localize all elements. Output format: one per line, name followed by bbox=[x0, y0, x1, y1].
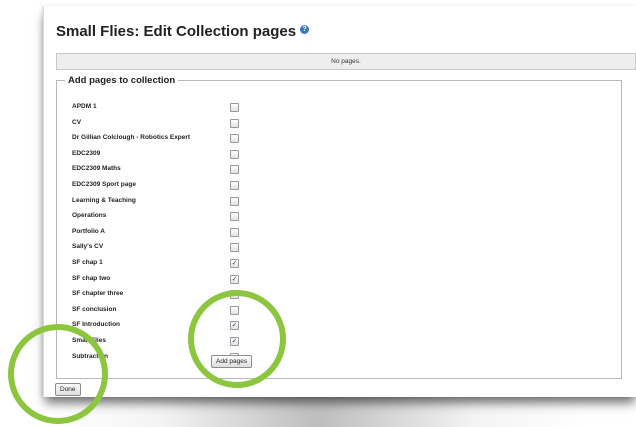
page-label: EDC2309 Sport page bbox=[72, 181, 136, 188]
page-row: CV bbox=[57, 117, 621, 133]
page-row: Portfolio A bbox=[57, 226, 621, 242]
page-label: SF conclusion bbox=[72, 305, 117, 313]
page-label: Sally's CV bbox=[72, 243, 104, 251]
page-row: SF conclusion bbox=[57, 304, 621, 320]
add-pages-fieldset: Add pages to collection APDM 1 CV Dr Gilli… bbox=[56, 75, 622, 379]
page-checkbox[interactable] bbox=[230, 243, 239, 253]
fieldset-legend: Add pages to collection bbox=[68, 75, 176, 86]
page-checkbox[interactable] bbox=[230, 212, 239, 222]
page-label: APDM 1 bbox=[72, 103, 97, 110]
page-checkbox[interactable] bbox=[230, 149, 239, 159]
page-label: EDC2309 bbox=[72, 149, 101, 157]
page-checkbox[interactable]: ✓ bbox=[230, 290, 239, 300]
done-button[interactable]: Done bbox=[55, 383, 81, 396]
page-checkbox[interactable]: ✓ bbox=[230, 274, 239, 284]
page-label: Operations bbox=[72, 212, 107, 220]
page-label: Learning & Teaching bbox=[72, 196, 136, 204]
page-checkbox[interactable] bbox=[230, 181, 239, 190]
edit-collection-panel: Small Flies: Edit Collection pages? No p… bbox=[43, 6, 636, 397]
page-label: SF chap 1 bbox=[72, 259, 103, 266]
page-row: EDC2309 Sport page bbox=[57, 179, 621, 195]
page-row: Sally's CV bbox=[57, 241, 621, 257]
page-label: CV bbox=[72, 118, 82, 126]
page-label: SF Introduction bbox=[72, 321, 121, 329]
page-checkbox[interactable] bbox=[230, 134, 239, 144]
page-row: SF Introduction ✓ bbox=[57, 319, 621, 335]
page-label: Subtraction bbox=[72, 352, 109, 360]
page-checkbox[interactable] bbox=[230, 103, 239, 112]
page-label: Dr Gillian Colclough - Robotics Expert bbox=[72, 134, 191, 142]
page-row: SF chap two ✓ bbox=[57, 273, 621, 289]
info-icon[interactable]: ? bbox=[300, 25, 310, 34]
page-label: SF chapter three bbox=[72, 290, 124, 298]
page-row: Dr Gillian Colclough - Robotics Expert bbox=[57, 132, 621, 148]
page-checkbox[interactable]: ✓ bbox=[230, 337, 239, 346]
page-row: APDM 1 bbox=[57, 101, 621, 117]
page-row: EDC2309 bbox=[57, 148, 621, 164]
page-checkbox[interactable] bbox=[230, 165, 239, 175]
page-row: SF chapter three ✓ bbox=[57, 288, 621, 304]
no-pages-notice: No pages. bbox=[56, 53, 636, 70]
page-row: Operations bbox=[57, 210, 621, 226]
page-title: Small Flies: Edit Collection pages? bbox=[56, 23, 310, 40]
page-row: Learning & Teaching bbox=[57, 195, 621, 211]
page-row: EDC2309 Maths bbox=[57, 163, 621, 179]
page-label: SF chap two bbox=[72, 274, 111, 282]
add-pages-button[interactable]: Add pages bbox=[211, 355, 253, 368]
page-checkbox[interactable] bbox=[230, 305, 239, 315]
page-checkbox[interactable]: ✓ bbox=[230, 321, 239, 331]
page-row: Small Flies ✓ bbox=[57, 335, 621, 351]
page-label: Portfolio A bbox=[72, 227, 105, 235]
page-checkbox[interactable] bbox=[230, 196, 239, 206]
page-checkbox[interactable] bbox=[230, 227, 239, 237]
page-row: Subtraction bbox=[57, 351, 621, 367]
page-checkbox[interactable]: ✓ bbox=[230, 259, 239, 268]
page-title-text: Small Flies: Edit Collection pages bbox=[56, 23, 297, 40]
page-row: SF chap 1 ✓ bbox=[57, 257, 621, 273]
page-label: Small Flies bbox=[72, 337, 106, 344]
page-checkbox[interactable] bbox=[230, 118, 239, 128]
page-label: EDC2309 Maths bbox=[72, 165, 121, 173]
